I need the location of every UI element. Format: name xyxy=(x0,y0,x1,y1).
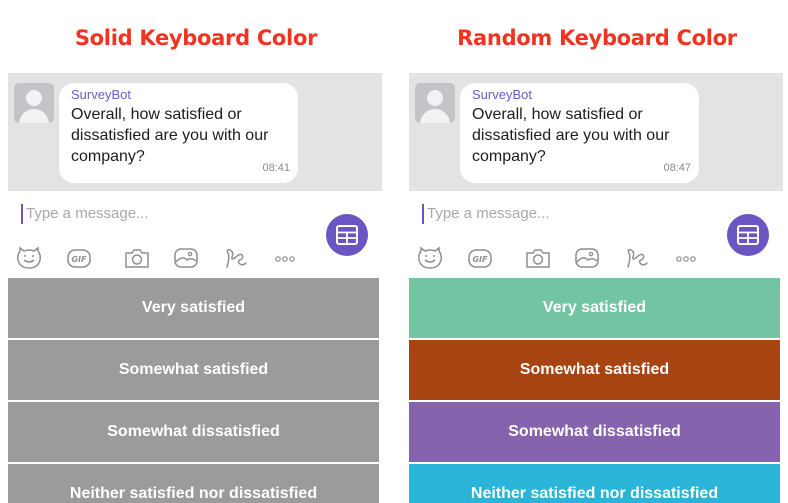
text-cursor xyxy=(422,204,424,224)
sender-name: SurveyBot xyxy=(472,87,532,102)
gif-icon[interactable]: GIF xyxy=(465,245,495,271)
camera-icon[interactable] xyxy=(122,245,152,271)
camera-icon[interactable] xyxy=(523,245,553,271)
doodle-icon[interactable] xyxy=(622,245,652,271)
message-text: Overall, how satisfied or dissatisfied a… xyxy=(472,106,670,165)
more-icon[interactable] xyxy=(671,245,701,271)
solid-color-panel: Solid Keyboard Color SurveyBot Overall, … xyxy=(4,0,388,503)
option-button[interactable]: Somewhat dissatisfied xyxy=(8,402,379,462)
option-button[interactable]: Neither satisfied nor dissatisfied xyxy=(8,464,379,503)
chat-area: SurveyBot Overall, how satisfied or diss… xyxy=(8,73,382,191)
message-text: Overall, how satisfied or dissatisfied a… xyxy=(71,106,269,165)
sticker-icon[interactable] xyxy=(415,245,445,271)
custom-keyboard-button[interactable] xyxy=(326,214,368,256)
composer: Type a message... GIF xyxy=(409,192,783,276)
composer-toolbar: GIF xyxy=(14,245,314,271)
option-button[interactable]: Somewhat satisfied xyxy=(8,340,379,400)
panel-heading: Solid Keyboard Color xyxy=(74,26,318,50)
message-bubble: SurveyBot Overall, how satisfied or diss… xyxy=(460,83,699,183)
sender-name: SurveyBot xyxy=(71,87,131,102)
message-bubble: SurveyBot Overall, how satisfied or diss… xyxy=(59,83,298,183)
message-time: 08:41 xyxy=(262,162,290,174)
input-placeholder: Type a message... xyxy=(427,205,550,222)
option-button[interactable]: Somewhat dissatisfied xyxy=(409,402,780,462)
chat-area: SurveyBot Overall, how satisfied or diss… xyxy=(409,73,783,191)
message-time: 08:47 xyxy=(663,162,691,174)
gallery-icon[interactable] xyxy=(171,245,201,271)
input-placeholder: Type a message... xyxy=(26,205,149,222)
sticker-icon[interactable] xyxy=(14,245,44,271)
gif-label: GIF xyxy=(71,255,87,264)
custom-keyboard-button[interactable] xyxy=(727,214,769,256)
composer-toolbar: GIF xyxy=(415,245,715,271)
random-color-panel: Random Keyboard Color SurveyBot Overall,… xyxy=(405,0,788,503)
text-cursor xyxy=(21,204,23,224)
composer: Type a message... GIF xyxy=(8,192,382,276)
option-button[interactable]: Somewhat satisfied xyxy=(409,340,780,400)
option-button[interactable]: Very satisfied xyxy=(8,278,379,338)
keyboard-grid-icon xyxy=(336,225,358,245)
bot-avatar xyxy=(415,83,455,123)
gif-icon[interactable]: GIF xyxy=(64,245,94,271)
message-input[interactable]: Type a message... xyxy=(422,202,702,226)
message-input[interactable]: Type a message... xyxy=(21,202,301,226)
doodle-icon[interactable] xyxy=(221,245,251,271)
option-button[interactable]: Very satisfied xyxy=(409,278,780,338)
bot-avatar xyxy=(14,83,54,123)
option-button[interactable]: Neither satisfied nor dissatisfied xyxy=(409,464,780,503)
keyboard-grid-icon xyxy=(737,225,759,245)
panel-heading: Random Keyboard Color xyxy=(457,26,737,50)
gif-label: GIF xyxy=(472,255,488,264)
more-icon[interactable] xyxy=(270,245,300,271)
gallery-icon[interactable] xyxy=(572,245,602,271)
